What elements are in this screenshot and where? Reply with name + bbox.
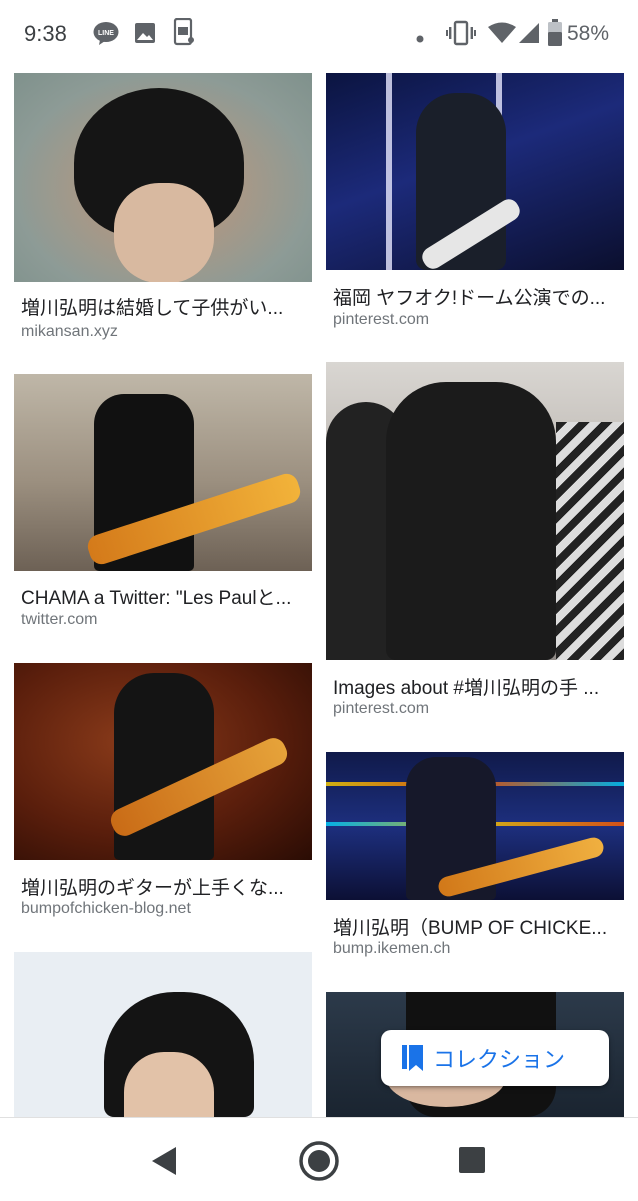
result-thumbnail[interactable] <box>14 952 312 1117</box>
result-thumbnail[interactable] <box>14 663 312 860</box>
navigation-bar <box>0 1117 638 1201</box>
signal-icon <box>518 22 540 49</box>
collection-label: コレクション <box>433 1047 566 1072</box>
result-thumbnail[interactable] <box>326 73 624 270</box>
recents-icon[interactable] <box>458 1146 486 1179</box>
screenshot-icon <box>172 17 196 51</box>
result-title[interactable]: 増川弘明（BUMP OF CHICKE... <box>333 913 623 940</box>
result-title[interactable]: Images about #増川弘明の手 ... <box>333 673 623 700</box>
result-title[interactable]: 福岡 ヤフオク!ドーム公演での... <box>333 283 623 310</box>
back-icon[interactable] <box>150 1146 178 1181</box>
status-bar: 9:38 LINE 58% <box>0 0 638 66</box>
home-icon[interactable] <box>298 1140 340 1187</box>
gallery-icon <box>134 22 156 49</box>
dot-icon <box>416 30 424 48</box>
result-source: twitter.com <box>21 611 98 628</box>
result-source: pinterest.com <box>333 311 430 328</box>
battery-percentage: 58% <box>567 22 610 45</box>
result-source: mikansan.xyz <box>21 323 118 340</box>
result-source: bumpofchicken-blog.net <box>21 900 191 917</box>
result-thumbnail[interactable] <box>14 73 312 282</box>
result-source: pinterest.com <box>333 700 430 717</box>
result-thumbnail[interactable] <box>326 362 624 660</box>
collection-button[interactable]: コレクション <box>381 1030 609 1086</box>
result-thumbnail[interactable] <box>14 374 312 571</box>
result-thumbnail[interactable] <box>326 752 624 900</box>
battery-icon <box>548 19 562 51</box>
result-title[interactable]: 増川弘明は結婚して子供がい... <box>21 293 311 320</box>
clock: 9:38 <box>24 21 67 46</box>
svg-text:LINE: LINE <box>98 30 114 37</box>
result-source: bump.ikemen.ch <box>333 940 451 957</box>
result-title[interactable]: CHAMA a Twitter: "Les Paulと... <box>21 583 311 610</box>
wifi-icon <box>488 22 516 49</box>
vibrate-icon <box>446 20 476 51</box>
line-app-icon: LINE <box>93 21 119 50</box>
bookmark-icon <box>401 1043 425 1073</box>
result-title[interactable]: 増川弘明のギターが上手くな... <box>21 873 311 900</box>
